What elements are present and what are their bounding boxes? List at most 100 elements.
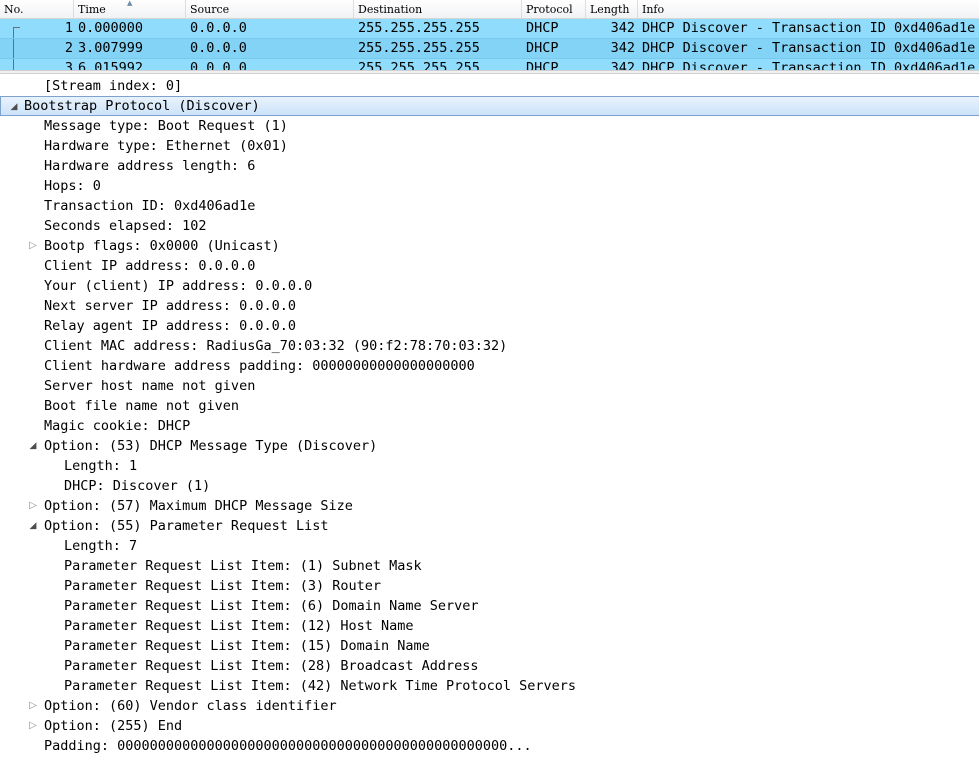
tree-field[interactable]: Hardware type: Ethernet (0x01) (0, 136, 979, 156)
tree-field[interactable]: Length: 7 (0, 536, 979, 556)
tree-item-label: Option: (55) Parameter Request List (44, 518, 329, 534)
packet-no: 1 (64, 20, 73, 36)
expanded-triangle-icon[interactable]: ◢ (28, 516, 38, 536)
packet-source: 0.0.0.0 (190, 20, 247, 36)
tree-node[interactable]: ◢ Option: (55) Parameter Request List (0, 516, 979, 536)
tree-item-label: Client MAC address: RadiusGa_70:03:32 (9… (44, 338, 508, 354)
tree-field[interactable]: Boot file name not given (0, 396, 979, 416)
packet-protocol: DHCP (526, 60, 559, 70)
column-header-source[interactable]: Source (186, 0, 354, 18)
packet-info: DHCP Discover - Transaction ID 0xd406ad1… (642, 40, 976, 56)
expanded-triangle-icon[interactable]: ◢ (28, 436, 38, 456)
tree-field[interactable]: Hops: 0 (0, 176, 979, 196)
packet-list-column-header: No. Time ▲ Source Destination Protocol L… (0, 0, 979, 19)
column-header-protocol[interactable]: Protocol (522, 0, 586, 18)
tree-item-label: Parameter Request List Item: (6) Domain … (64, 598, 479, 614)
tree-field[interactable]: Magic cookie: DHCP (0, 416, 979, 436)
sort-ascending-icon: ▲ (127, 0, 133, 7)
tree-item-label: Message type: Boot Request (1) (44, 118, 288, 134)
packet-no: 2 (64, 40, 73, 56)
tree-node[interactable]: ◢ Option: (53) DHCP Message Type (Discove… (0, 436, 979, 456)
tree-item-label: Server host name not given (44, 378, 256, 394)
tree-field[interactable]: Relay agent IP address: 0.0.0.0 (0, 316, 979, 336)
tree-item-label: Magic cookie: DHCP (44, 418, 191, 434)
tree-field[interactable]: Parameter Request List Item: (1) Subnet … (0, 556, 979, 576)
tree-item-label: DHCP: Discover (1) (64, 478, 211, 494)
tree-item-label: [Stream index: 0] (44, 78, 183, 94)
tree-field[interactable]: Parameter Request List Item: (3) Router (0, 576, 979, 596)
tree-item-label: Bootstrap Protocol (Discover) (24, 98, 260, 114)
tree-item-label: Length: 1 (64, 458, 138, 474)
tree-field[interactable]: Message type: Boot Request (1) (0, 116, 979, 136)
packet-destination: 255.255.255.255 (358, 40, 480, 56)
packet-source: 0.0.0.0 (190, 40, 247, 56)
packet-row[interactable]: 2 3.007999 0.0.0.0 255.255.255.255 DHCP … (0, 39, 979, 59)
collapsed-triangle-icon[interactable]: ▷ (28, 716, 38, 736)
tree-node[interactable]: ▷ Option: (57) Maximum DHCP Message Size (0, 496, 979, 516)
tree-item-label: Parameter Request List Item: (42) Networ… (64, 678, 577, 694)
tree-field[interactable]: Transaction ID: 0xd406ad1e (0, 196, 979, 216)
packet-row[interactable]: 3 6.015992 0.0.0.0 255.255.255.255 DHCP … (0, 59, 979, 70)
tree-node[interactable]: ▷ Bootp flags: 0x0000 (Unicast) (0, 236, 979, 256)
packet-destination: 255.255.255.255 (358, 20, 480, 36)
packet-length: 342 (610, 40, 635, 56)
packet-protocol: DHCP (526, 20, 559, 36)
tree-item-label: Your (client) IP address: 0.0.0.0 (44, 278, 313, 294)
tree-field[interactable]: Seconds elapsed: 102 (0, 216, 979, 236)
tree-item-label: Length: 7 (64, 538, 138, 554)
tree-field[interactable]: Client MAC address: RadiusGa_70:03:32 (9… (0, 336, 979, 356)
tree-item-label: Transaction ID: 0xd406ad1e (44, 198, 256, 214)
tree-item-label: Hardware address length: 6 (44, 158, 256, 174)
tree-field[interactable]: Server host name not given (0, 376, 979, 396)
packet-destination: 255.255.255.255 (358, 60, 480, 70)
tree-item-label: Boot file name not given (44, 398, 240, 414)
tree-field[interactable]: Parameter Request List Item: (42) Networ… (0, 676, 979, 696)
expanded-triangle-icon[interactable]: ◢ (9, 97, 19, 117)
tree-field[interactable]: Hardware address length: 6 (0, 156, 979, 176)
tree-field[interactable]: Client IP address: 0.0.0.0 (0, 256, 979, 276)
column-header-length[interactable]: Length (586, 0, 638, 18)
packet-info: DHCP Discover - Transaction ID 0xd406ad1… (642, 20, 976, 36)
packet-protocol: DHCP (526, 40, 559, 56)
column-header-info[interactable]: Info (638, 0, 979, 18)
tree-node[interactable]: ▷ Option: (255) End (0, 716, 979, 736)
packet-list-pane[interactable]: No. Time ▲ Source Destination Protocol L… (0, 0, 979, 70)
tree-node[interactable]: ▷ Option: (60) Vendor class identifier (0, 696, 979, 716)
tree-field[interactable]: Parameter Request List Item: (12) Host N… (0, 616, 979, 636)
collapsed-triangle-icon[interactable]: ▷ (28, 236, 38, 256)
tree-item-label: Parameter Request List Item: (12) Host N… (64, 618, 414, 634)
tree-item-label: Seconds elapsed: 102 (44, 218, 207, 234)
tree-item-label: Relay agent IP address: 0.0.0.0 (44, 318, 296, 334)
tree-item-label: Option: (53) DHCP Message Type (Discover… (44, 438, 378, 454)
tree-item-label: Hops: 0 (44, 178, 101, 194)
packet-source: 0.0.0.0 (190, 60, 247, 70)
tree-field[interactable]: Length: 1 (0, 456, 979, 476)
tree-field[interactable]: [Stream index: 0] (0, 76, 979, 96)
tree-node[interactable]: ◢ Bootstrap Protocol (Discover) (0, 96, 979, 116)
tree-field[interactable]: Client hardware address padding: 0000000… (0, 356, 979, 376)
tree-item-label: Next server IP address: 0.0.0.0 (44, 298, 296, 314)
tree-item-label: Bootp flags: 0x0000 (Unicast) (44, 238, 280, 254)
packet-time: 0.000000 (78, 20, 144, 36)
collapsed-triangle-icon[interactable]: ▷ (28, 496, 38, 516)
tree-item-label: Parameter Request List Item: (15) Domain… (64, 638, 430, 654)
tree-field[interactable]: Next server IP address: 0.0.0.0 (0, 296, 979, 316)
packet-time: 3.007999 (78, 40, 144, 56)
tree-field[interactable]: Parameter Request List Item: (15) Domain… (0, 636, 979, 656)
tree-field[interactable]: Padding: 0000000000000000000000000000000… (0, 736, 979, 756)
packet-row[interactable]: 1 0.000000 0.0.0.0 255.255.255.255 DHCP … (0, 19, 979, 39)
packet-details-pane[interactable]: [Stream index: 0] ◢ Bootstrap Protocol (Di… (0, 75, 979, 763)
pane-splitter[interactable] (0, 70, 979, 74)
tree-item-label: Parameter Request List Item: (3) Router (64, 578, 381, 594)
column-header-no[interactable]: No. (0, 0, 74, 18)
tree-field[interactable]: DHCP: Discover (1) (0, 476, 979, 496)
tree-field[interactable]: Parameter Request List Item: (28) Broadc… (0, 656, 979, 676)
collapsed-triangle-icon[interactable]: ▷ (28, 696, 38, 716)
packet-length: 342 (610, 60, 635, 70)
tree-field[interactable]: Parameter Request List Item: (6) Domain … (0, 596, 979, 616)
tree-field[interactable]: Your (client) IP address: 0.0.0.0 (0, 276, 979, 296)
tree-item-label: Client IP address: 0.0.0.0 (44, 258, 256, 274)
column-header-destination[interactable]: Destination (354, 0, 522, 18)
tree-item-label: Parameter Request List Item: (28) Broadc… (64, 658, 479, 674)
tree-item-label: Parameter Request List Item: (1) Subnet … (64, 558, 422, 574)
